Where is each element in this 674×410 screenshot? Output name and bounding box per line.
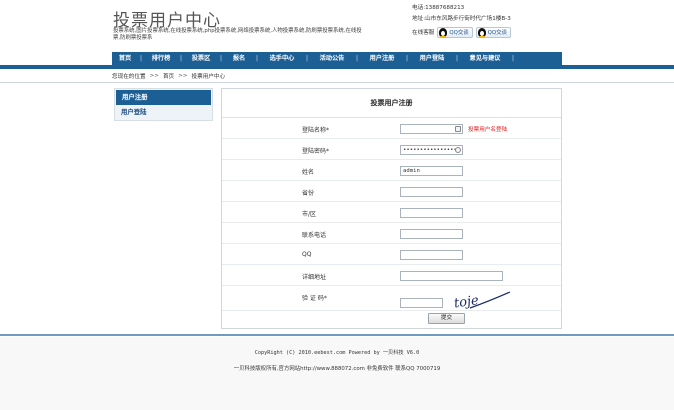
qq-input[interactable] [400, 250, 463, 260]
autofill-icon [455, 126, 461, 132]
phone-label: 联系电话 [302, 232, 327, 239]
contact-info: 电话:13887688213 地址:山市东风路步行街时代广场1楼B-3 在线客服… [412, 3, 511, 39]
password-input[interactable]: •••••••••••••••• [400, 145, 463, 155]
address-label: 详细地址 [302, 274, 327, 281]
form-row-captcha: 验 证 码* toje [222, 287, 561, 311]
breadcrumb: 您现在的位置 >> 首页 >> 投票用户中心 [112, 71, 562, 81]
qq-chat-button-1[interactable]: QQ交谈 [437, 27, 473, 38]
nav-announcements[interactable]: 活动公告 [310, 52, 354, 65]
username-label: 登陆名称* [302, 127, 330, 134]
online-service-label: 在线客服 [412, 29, 435, 36]
form-row-address: 详细地址 [222, 266, 561, 286]
contact-phone: 电话:13887688213 [412, 5, 465, 11]
form-row-username: 登陆名称* 投票用户名登陆 [222, 119, 561, 139]
form-row-city: 市/区 [222, 203, 561, 223]
breadcrumb-separator: >> [149, 73, 159, 79]
nav-signup[interactable]: 报名 [224, 52, 254, 65]
qq-penguin-icon [439, 28, 448, 38]
nav-feedback[interactable]: 意见与建议 [460, 52, 510, 65]
captcha-text: toje [453, 293, 480, 311]
form-row-province: 省份 [222, 182, 561, 202]
qq-chat-button-2[interactable]: QQ交谈 [475, 27, 511, 38]
site-header: 投票用户中心 投票系统,图片投票系统,在线投票系统,php投票系统,网络投票系统… [0, 0, 674, 50]
username-input[interactable] [400, 124, 463, 134]
qq-chat-label: QQ交谈 [487, 29, 507, 36]
breadcrumb-current: 投票用户中心 [191, 74, 226, 80]
nav-separator: | [511, 55, 515, 62]
form-row-password: 登陆密码* •••••••••••••••• [222, 140, 561, 160]
username-hint: 投票用户名登陆 [468, 127, 508, 133]
breadcrumb-divider [0, 82, 674, 83]
nav-underline-bar [0, 65, 674, 69]
breadcrumb-home[interactable]: 首页 [163, 72, 174, 80]
captcha-image[interactable]: toje [452, 290, 512, 312]
city-label: 市/区 [302, 211, 317, 218]
qq-penguin-icon [477, 28, 486, 38]
nav-vote-area[interactable]: 投票区 [184, 52, 218, 65]
footer-divider [0, 334, 674, 336]
password-reveal-icon[interactable] [455, 147, 461, 153]
user-sidebar: 用户注册 用户登陆 [114, 88, 213, 121]
sidebar-item-register[interactable]: 用户注册 [116, 90, 211, 105]
province-input[interactable] [400, 187, 463, 197]
province-label: 省份 [302, 190, 315, 197]
main-nav: 首页 | 排行榜 | 投票区 | 报名 | 选手中心 | 活动公告 | 用户注册… [112, 52, 562, 65]
register-panel: 投票用户注册 登陆名称* 投票用户名登陆 登陆密码* •••••••••••••… [221, 88, 562, 329]
online-service: 在线客服 QQ交谈 QQ交谈 [412, 26, 511, 39]
form-row-qq: QQ [222, 245, 561, 265]
form-row-name: 姓名 admin [222, 161, 561, 181]
nav-register[interactable]: 用户注册 [360, 52, 404, 65]
name-label: 姓名 [302, 169, 315, 176]
footer-info: 一贝科技版权所有,官方网站http://www.888072.com 非免费软件… [233, 366, 441, 372]
breadcrumb-separator: >> [178, 73, 188, 79]
nav-ranking[interactable]: 排行榜 [144, 52, 178, 65]
captcha-input[interactable] [400, 298, 443, 308]
contact-address: 地址:山市东风路步行街时代广场1楼B-3 [412, 16, 511, 22]
site-description: 投票系统,图片投票系统,在线投票系统,php投票系统,网络投票系统,人物投票系统… [113, 28, 362, 41]
submit-button[interactable]: 提交 [428, 313, 465, 324]
nav-home[interactable]: 首页 [112, 52, 138, 65]
sidebar-item-login[interactable]: 用户登陆 [115, 105, 212, 120]
name-input[interactable]: admin [400, 166, 463, 176]
address-input[interactable] [400, 271, 503, 281]
phone-input[interactable] [400, 229, 463, 239]
form-title: 投票用户注册 [222, 89, 561, 118]
captcha-label: 验 证 码* [302, 295, 327, 302]
form-row-phone: 联系电话 [222, 224, 561, 244]
breadcrumb-prefix: 您现在的位置 [112, 74, 146, 80]
qq-label: QQ [302, 251, 312, 258]
password-label: 登陆密码* [302, 148, 330, 155]
qq-chat-label: QQ交谈 [449, 29, 469, 36]
city-input[interactable] [400, 208, 463, 218]
footer-copyright: CopyRight (C) 2010.eebest.com Powered by… [254, 350, 420, 356]
nav-player-center[interactable]: 选手中心 [260, 52, 304, 65]
site-footer: CopyRight (C) 2010.eebest.com Powered by… [0, 337, 674, 410]
nav-login[interactable]: 用户登陆 [410, 52, 454, 65]
